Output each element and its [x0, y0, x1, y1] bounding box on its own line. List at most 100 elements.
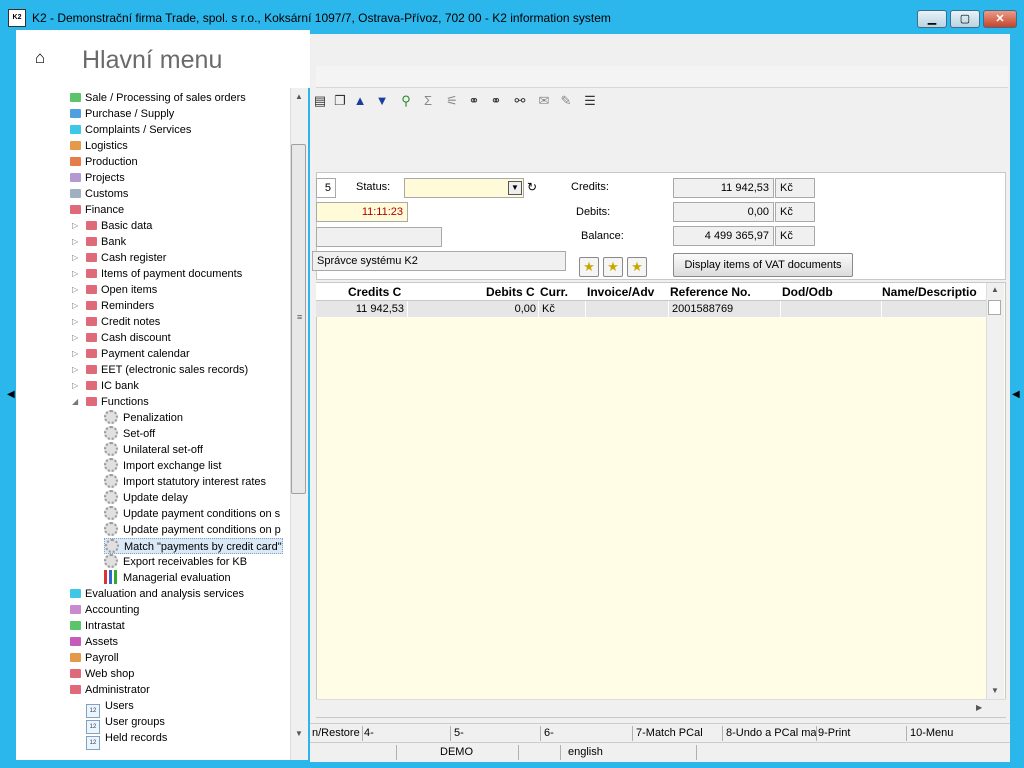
close-button[interactable]: ✕ — [983, 10, 1017, 28]
home-icon[interactable]: ⌂ — [30, 48, 50, 68]
scroll-down-icon[interactable]: ▼ — [991, 686, 999, 695]
tree-item[interactable]: 12 User groups — [86, 714, 165, 734]
tree-item[interactable]: ▷ Items of payment documents — [72, 266, 242, 282]
tree-item[interactable]: Unilateral set-off — [104, 442, 203, 458]
tree-item[interactable]: Managerial evaluation — [104, 570, 231, 586]
tree-item[interactable]: ▷ Bank — [72, 234, 126, 250]
tree-item[interactable]: 12 Users — [86, 698, 134, 718]
column-header-currency[interactable]: Curr. — [540, 285, 584, 299]
tree-item[interactable]: ▷ Reminders — [72, 298, 154, 314]
grid-horizontal-scrollbar[interactable]: ▶ — [316, 699, 1006, 717]
tree-item[interactable]: ▷ Payment calendar — [72, 346, 190, 362]
fkey-9-print[interactable]: 9-Print — [818, 727, 850, 739]
column-header-credits[interactable]: Credits C — [348, 285, 406, 299]
sum-icon[interactable]: Σ — [420, 93, 436, 109]
tree-item[interactable]: Match "payments by credit card" — [104, 538, 283, 554]
find-field-icon[interactable]: ⚯ — [512, 93, 528, 109]
tree-item[interactable]: Import exchange list — [104, 458, 221, 474]
expand-icon[interactable]: ▷ — [72, 266, 78, 282]
filter-icon[interactable]: ⚲ — [398, 93, 414, 109]
fkey-10-menu[interactable]: 10-Menu — [910, 727, 953, 739]
fkey-6[interactable]: 6- — [544, 727, 554, 739]
grid-vertical-scrollbar[interactable]: ▲ ▼ — [986, 283, 1004, 699]
expand-icon[interactable]: ▷ — [72, 314, 78, 330]
tree-item[interactable]: ▷ EET (electronic sales records) — [72, 362, 248, 378]
tree-item[interactable]: ▷ Basic data — [72, 218, 152, 234]
expand-icon[interactable]: ▷ — [72, 234, 78, 250]
scroll-up-icon[interactable]: ▲ — [991, 285, 999, 294]
refresh-icon[interactable]: ↻ — [527, 180, 537, 194]
minimize-button[interactable]: ▁ — [917, 10, 947, 28]
column-header-name[interactable]: Name/Descriptio — [882, 285, 986, 299]
arrow-down-icon[interactable]: ▼ — [374, 93, 390, 109]
filter-clear-icon[interactable]: ⚟ — [444, 93, 460, 109]
expand-icon[interactable]: ▷ — [72, 282, 78, 298]
star-plus-button[interactable]: ★ — [603, 257, 623, 277]
menu-icon[interactable]: ☰ — [582, 93, 598, 109]
collapse-icon[interactable]: ◢ — [72, 394, 78, 410]
tree-item[interactable]: ▷ Credit notes — [72, 314, 160, 330]
collapse-left-icon[interactable]: ◀ — [7, 389, 15, 400]
expand-icon[interactable]: ▷ — [72, 378, 78, 394]
tree-item[interactable]: Logistics — [70, 138, 128, 154]
expand-icon[interactable]: ▷ — [72, 346, 78, 362]
table-row[interactable]: 11 942,53 0,00 Kč 2001588769 — [316, 301, 986, 317]
expand-icon[interactable]: ▷ — [72, 298, 78, 314]
tree-item[interactable]: Assets — [70, 634, 118, 650]
tree-item[interactable]: Production — [70, 154, 138, 170]
collapse-right-icon[interactable]: ◀ — [1012, 389, 1020, 400]
tree-item[interactable]: ▷ Cash discount — [72, 330, 171, 346]
tree-item[interactable]: Complaints / Services — [70, 122, 191, 138]
tree-item[interactable]: Customs — [70, 186, 128, 202]
arrow-up-icon[interactable]: ▲ — [352, 93, 368, 109]
fkey-4[interactable]: 4- — [364, 727, 374, 739]
fkey-7-match-pcal[interactable]: 7-Match PCal — [636, 727, 703, 739]
tree-item[interactable]: Sale / Processing of sales orders — [70, 90, 246, 106]
tree-item[interactable]: Evaluation and analysis services — [70, 586, 244, 602]
maximize-button[interactable]: ▢ — [950, 10, 980, 28]
tree-item[interactable]: Payroll — [70, 650, 119, 666]
tree-item[interactable]: Accounting — [70, 602, 139, 618]
document-number-field[interactable]: 5 — [316, 178, 336, 198]
user-field[interactable]: Správce systému K2 — [312, 251, 566, 271]
star-button[interactable]: ★ — [579, 257, 599, 277]
column-header-debits[interactable]: Debits C — [486, 285, 540, 299]
find-next-icon[interactable]: ⚭ — [488, 93, 504, 109]
expand-icon[interactable]: ▷ — [72, 362, 78, 378]
fkey-8-undo[interactable]: 8-Undo a PCal mat — [726, 727, 816, 739]
envelope-icon[interactable]: ✉ — [536, 93, 552, 109]
tree-item[interactable]: Set-off — [104, 426, 155, 442]
expand-icon[interactable]: ▷ — [72, 250, 78, 266]
star-minus-button[interactable]: ★ — [627, 257, 647, 277]
fkey-restore[interactable]: n/Restore — [312, 727, 360, 739]
tree-item[interactable]: Purchase / Supply — [70, 106, 174, 122]
notes-icon[interactable]: ✎ — [558, 93, 574, 109]
tree-item[interactable]: Update delay — [104, 490, 188, 506]
column-header-reference[interactable]: Reference No. — [670, 285, 780, 299]
tree-item[interactable]: Import statutory interest rates — [104, 474, 266, 490]
tree-item[interactable]: Update payment conditions on p — [104, 522, 281, 538]
time-field[interactable]: 11:11:23 — [316, 202, 408, 222]
tree-item[interactable]: ▷ Open items — [72, 282, 157, 298]
tree-item[interactable]: Administrator — [70, 682, 150, 698]
column-header-dod-odb[interactable]: Dod/Odb — [782, 285, 880, 299]
document-icon[interactable]: ▤ — [312, 93, 328, 109]
tree-item[interactable]: Export receivables for KB — [104, 554, 247, 570]
tree-item[interactable]: ▷ Cash register — [72, 250, 166, 266]
tree-item[interactable]: Projects — [70, 170, 125, 186]
scroll-right-icon[interactable]: ▶ — [976, 703, 982, 712]
tree-item[interactable]: Intrastat — [70, 618, 125, 634]
expand-icon[interactable]: ▷ — [72, 330, 78, 346]
binoculars-icon[interactable]: ⚭ — [466, 93, 482, 109]
copy-icon[interactable]: ❐ — [332, 93, 348, 109]
tree-item[interactable]: ◢ Functions — [72, 394, 149, 410]
grid-scroll-thumb[interactable] — [988, 300, 1001, 315]
tree-scroll-down-icon[interactable]: ▼ — [295, 729, 303, 738]
display-vat-items-button[interactable]: Display items of VAT documents — [673, 253, 853, 277]
fkey-5[interactable]: 5- — [454, 727, 464, 739]
tree-item[interactable]: Web shop — [70, 666, 134, 682]
tree-item[interactable]: ▷ IC bank — [72, 378, 139, 394]
expand-icon[interactable]: ▷ — [72, 218, 78, 234]
status-dropdown-icon[interactable]: ▼ — [508, 181, 522, 195]
column-header-invoice[interactable]: Invoice/Adv — [587, 285, 669, 299]
